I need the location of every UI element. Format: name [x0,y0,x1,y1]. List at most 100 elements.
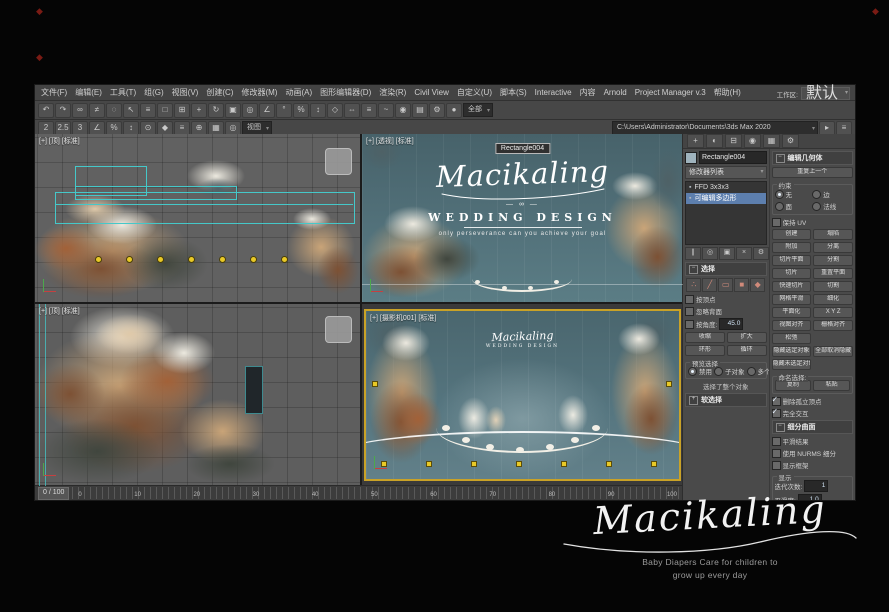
menu-item[interactable]: 动画(A) [285,87,312,98]
toolbar-icon[interactable]: ⚙ [429,102,445,118]
ffd-control-point[interactable] [606,461,612,467]
by-angle-checkbox[interactable] [685,319,694,329]
menu-item[interactable]: 帮助(H) [714,87,741,98]
show-cage-checkbox[interactable] [771,460,781,470]
viewport-perspective[interactable]: Macikaling — ∞ — WEDDING DESIGN only per… [362,134,683,302]
toolbar-icon[interactable]: ≡ [140,102,156,118]
menu-item[interactable]: 创建(C) [206,87,233,98]
toolbar-icon[interactable]: ∠ [259,102,275,118]
toolbar-icon[interactable]: ↕ [310,102,326,118]
collapse-icon[interactable]: − [689,264,698,274]
stack-tool-icon[interactable]: × [736,247,752,260]
loop-button[interactable]: 循环 [726,345,767,356]
paste-button[interactable]: 粘贴 [813,380,850,391]
menu-item[interactable]: Project Manager v.3 [635,88,706,97]
viewport-label[interactable]: [+] [顶] [标准] [39,136,80,146]
constraint-radio[interactable]: 边 [812,189,850,199]
object-color-swatch[interactable] [685,151,697,164]
constraint-radio[interactable]: 法线 [812,201,850,211]
expand-icon[interactable]: + [689,395,698,405]
menu-item[interactable]: 自定义(U) [457,87,492,98]
viewport-label[interactable]: [+] [顶] [标准] [39,306,80,316]
edit-geometry-button[interactable]: 附加 [771,242,812,253]
menu-item[interactable]: 内容 [580,87,596,98]
edit-geometry-button[interactable]: 切割 [813,281,853,292]
ffd-control-point[interactable] [666,381,672,387]
menu-item[interactable]: 视图(V) [172,87,199,98]
time-slider[interactable]: 0 / 100 [38,486,70,500]
viewport-camera[interactable]: Macikaling WEDDING DESIGN [+] [摄影机001] [… [364,309,681,481]
full-interactive-checkbox[interactable] [771,407,781,418]
command-panel-tab[interactable]: ◉ [744,134,761,148]
toolbar-icon[interactable]: ≡ [361,102,377,118]
toolbar-icon[interactable]: ∞ [72,102,88,118]
preview-option-radio[interactable]: 子对象 [714,366,745,376]
collapse-icon[interactable]: − [775,422,785,432]
subdivision-rollout-header[interactable]: − 细分曲面 [771,420,853,434]
toolbar-icon[interactable]: ◉ [395,102,411,118]
menu-item[interactable]: 工具(T) [110,87,136,98]
toolbar-icon[interactable]: □ [157,102,173,118]
subobject-level-icon[interactable]: ◆ [750,278,766,292]
prop-box-object[interactable] [245,366,263,414]
project-path-dropdown[interactable]: C:\Users\Administrator\Documents\3ds Max… [612,121,818,135]
modifier-list-dropdown[interactable]: 修改器列表 [685,166,767,179]
by-vertex-checkbox[interactable] [685,294,694,304]
toolbar-icon[interactable]: ◌ [106,102,122,118]
menu-item[interactable]: 编辑(E) [75,87,102,98]
stack-tool-icon[interactable]: ▣ [719,247,735,260]
viewport-label[interactable]: [+] [摄影机001] [标准] [370,313,436,323]
toolbar-icon[interactable]: + [191,102,207,118]
stack-tool-icon[interactable]: ◎ [702,247,718,260]
selection-filter-dropdown[interactable]: 全部 [463,103,493,117]
edit-geometry-button[interactable]: 全部取消隐藏 [813,346,853,357]
toolbar-icon[interactable]: ◇ [327,102,343,118]
command-panel-tab[interactable]: ⚙ [782,134,799,148]
edit-geometry-button[interactable]: 隐藏选定对象 [771,346,812,357]
ignore-backfacing-checkbox[interactable] [685,306,694,316]
workspace-selector[interactable]: 工作区: 默认 [777,86,850,102]
shrink-button[interactable]: 收缩 [685,332,725,343]
viewcube[interactable] [325,316,352,343]
modifier-stack-item[interactable]: FFD 3x3x3 [686,182,766,193]
viewport-top-left[interactable]: [+] [顶] [标准] [35,134,360,302]
subobject-level-icon[interactable]: ▭ [718,278,734,292]
command-panel-tab[interactable]: ◐ [706,134,723,148]
ffd-control-point[interactable] [516,461,522,467]
ffd-control-point[interactable] [426,461,432,467]
menu-item[interactable]: 图形编辑器(D) [320,87,371,98]
toolbar-icon[interactable]: ▤ [412,102,428,118]
edit-geometry-button[interactable]: 细化 [813,294,853,305]
object-name-field[interactable]: Rectangle004 [699,151,767,164]
preview-option-radio[interactable]: 多个 [746,366,769,376]
delete-isolated-checkbox[interactable] [771,395,781,406]
repeat-last-button[interactable]: 重复上一个 [771,167,853,178]
toolbar-icon[interactable]: ◎ [242,102,258,118]
edit-geometry-button[interactable]: 分离 [813,242,853,253]
edit-geometry-button[interactable]: 塌陷 [813,229,853,240]
workspace-dropdown[interactable]: 默认 [800,86,850,102]
edit-geometry-button[interactable]: X Y Z [813,307,853,318]
menu-item[interactable]: 渲染(R) [379,87,406,98]
modifier-stack-item-selected[interactable]: 可编辑多边形 [686,193,766,204]
command-panel-tab[interactable]: ▦ [763,134,780,148]
viewport-bottom-left[interactable]: [+] [顶] [标准] [35,304,360,486]
soft-selection-rollout-header[interactable]: + 软选择 [685,393,767,407]
command-panel-tab[interactable]: ⊟ [725,134,742,148]
angle-value-field[interactable]: 45.0 [719,318,744,330]
ffd-control-point[interactable] [372,381,378,387]
toolbar-icon[interactable]: ⇔ [344,102,360,118]
smooth-result-checkbox[interactable] [771,436,781,446]
reference-coordinate-dropdown[interactable]: 视图 [242,121,272,135]
selection-rollout-header[interactable]: − 选择 [685,262,767,276]
toolbar-icon[interactable]: ↻ [208,102,224,118]
menu-item[interactable]: Civil View [414,88,449,97]
collapse-icon[interactable]: − [775,153,785,163]
stack-tool-icon[interactable]: ⚙ [753,247,769,260]
edit-geometry-button[interactable]: 创建 [771,229,812,240]
edit-geometry-button[interactable]: 重置平面 [813,268,853,279]
toolbar-icon[interactable]: ≠ [89,102,105,118]
edit-geometry-button[interactable]: 视图对齐 [771,320,812,331]
ffd-control-point[interactable] [651,461,657,467]
viewcube[interactable] [325,148,352,175]
